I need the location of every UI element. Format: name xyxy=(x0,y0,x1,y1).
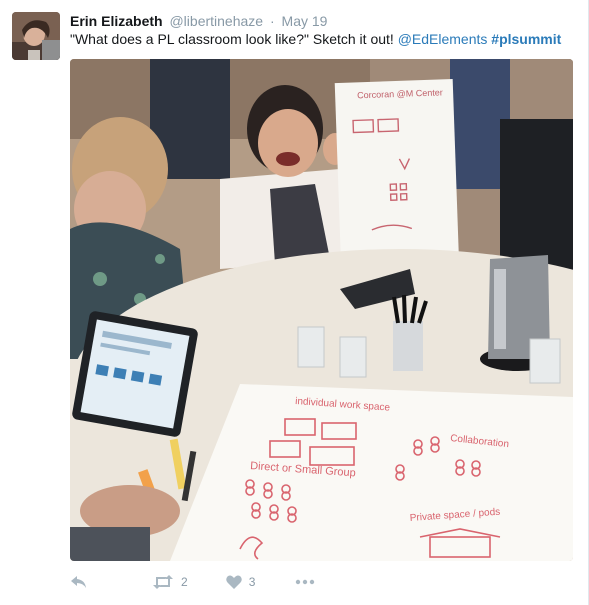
tweet-date[interactable]: May 19 xyxy=(282,13,328,29)
more-button[interactable] xyxy=(295,579,315,585)
author-handle[interactable]: @libertinehaze xyxy=(169,13,263,29)
reply-icon xyxy=(71,576,86,588)
mention-link[interactable]: @EdElements xyxy=(398,31,488,47)
retweet-count: 2 xyxy=(181,575,188,589)
tweet-card: Erin Elizabeth @libertinehaze · May 19 "… xyxy=(0,0,589,605)
tweet-actions: 2 3 xyxy=(70,572,315,592)
tweet-text-body: "What does a PL classroom look like?" Sk… xyxy=(70,31,394,47)
tweet-photo[interactable]: Corcoran @M Center individual work space… xyxy=(70,59,573,561)
heart-icon xyxy=(225,575,242,589)
separator-dot: · xyxy=(269,13,275,29)
tweet-header: Erin Elizabeth @libertinehaze · May 19 xyxy=(70,12,327,30)
reply-button[interactable] xyxy=(70,575,88,589)
avatar[interactable] xyxy=(12,12,60,60)
retweet-icon xyxy=(153,575,173,589)
hashtag-link[interactable]: #plsummit xyxy=(491,31,561,47)
author-name[interactable]: Erin Elizabeth xyxy=(70,13,163,29)
tweet-text: "What does a PL classroom look like?" Sk… xyxy=(70,30,561,48)
like-button[interactable]: 3 xyxy=(225,575,256,589)
more-icon xyxy=(296,579,315,585)
retweet-button[interactable]: 2 xyxy=(152,575,188,589)
like-count: 3 xyxy=(248,575,256,589)
